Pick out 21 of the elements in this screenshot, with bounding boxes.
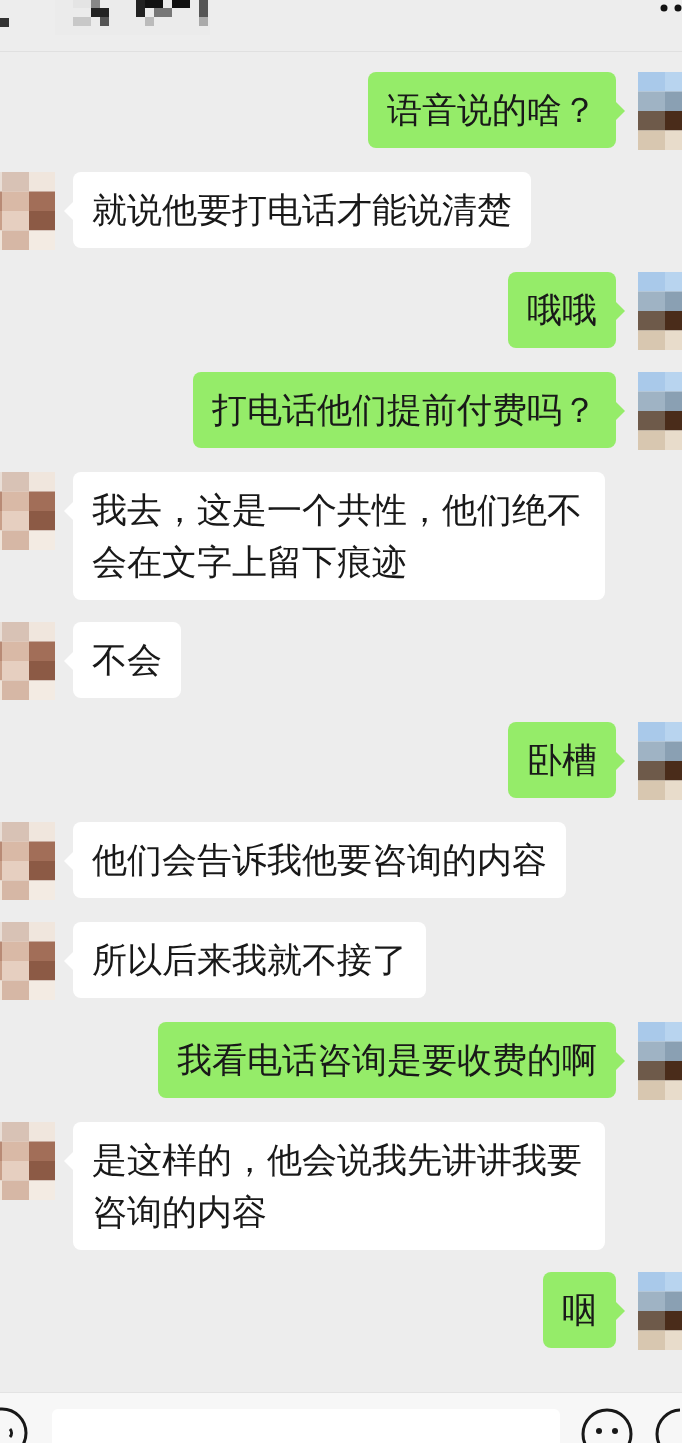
message-bubble: 语音说的啥？ xyxy=(368,72,616,148)
message-bubble: 不会 xyxy=(73,622,181,698)
message-bubble: 哦哦 xyxy=(508,272,616,348)
message-bubble: 我看电话咨询是要收费的啊 xyxy=(158,1022,616,1098)
message-bubble: 所以后来我就不接了 xyxy=(73,922,426,998)
message-bubble: 打电话他们提前付费吗？ xyxy=(193,372,616,448)
plus-icon[interactable] xyxy=(654,1407,680,1443)
message-bubble: 就说他要打电话才能说清楚 xyxy=(73,172,531,248)
message-bubble: 卧槽 xyxy=(508,722,616,798)
message-bubble: 他们会告诉我他要咨询的内容 xyxy=(73,822,566,898)
message-bubble: 咽 xyxy=(543,1272,616,1348)
emoji-icon[interactable] xyxy=(580,1407,634,1443)
bubble-tail xyxy=(616,102,625,120)
message-bubble: 是这样的，他会说我先讲讲我要咨询的内容 xyxy=(73,1122,605,1250)
bubble-tail xyxy=(616,1052,625,1070)
bubble-tail xyxy=(616,402,625,420)
bubble-tail xyxy=(616,302,625,320)
more-icon[interactable] xyxy=(660,4,682,12)
message-bubble: 我去，这是一个共性，他们绝不会在文字上留下痕迹 xyxy=(73,472,605,600)
bubble-tail xyxy=(616,1302,625,1320)
bubble-tail xyxy=(616,752,625,770)
